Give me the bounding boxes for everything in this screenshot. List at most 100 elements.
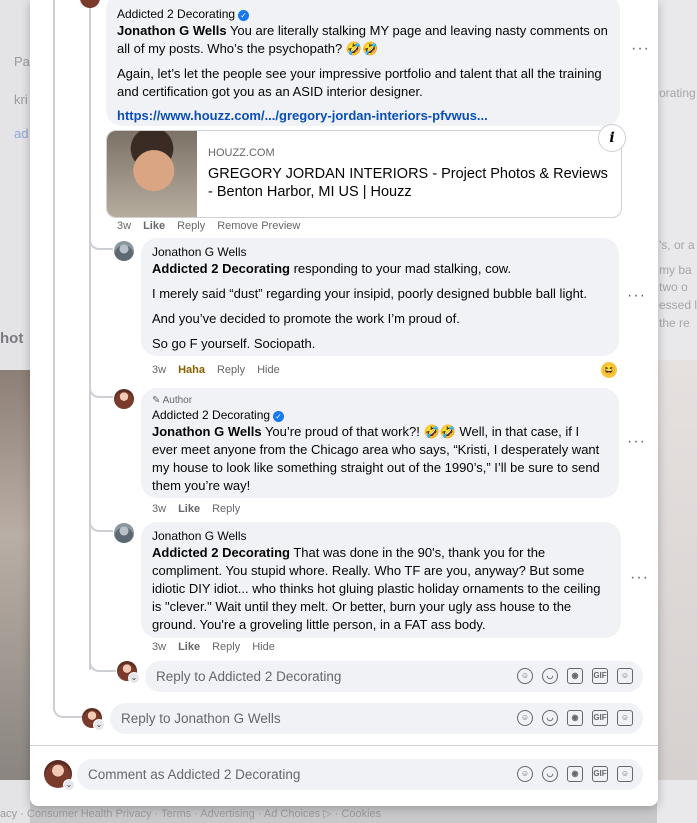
like-button[interactable]: Like [178,641,200,653]
avatar[interactable]: ⌄ [82,708,105,731]
emoji-icon[interactable]: ◡ [542,766,558,782]
timestamp[interactable]: 3w [152,503,166,515]
chevron-down-icon[interactable]: ⌄ [93,719,105,731]
avatar-sticker-icon[interactable]: ☺ [517,766,533,782]
comment-bubble: Addicted 2 Decorating ✓ Jonathon G Wells … [106,0,620,126]
hide-button[interactable]: Hide [257,364,280,376]
thread-line [89,398,113,532]
background-fragment: Pa [14,54,30,69]
input-icons: ☺ ◡ ◉ GIF ☺ [517,668,633,684]
background-fragment: two o [659,280,688,294]
background-fragment: ad [14,126,29,141]
reply-input[interactable] [121,703,461,734]
info-icon[interactable]: i [598,124,626,152]
thread-line [89,532,116,672]
background-photo [657,360,697,780]
author-name[interactable]: Addicted 2 Decorating [152,408,270,422]
hide-button[interactable]: Hide [252,641,275,653]
mention-link[interactable]: Jonathon G Wells [152,424,262,439]
sticker-icon[interactable]: ☺ [617,766,633,782]
comment-bubble: ✎ Author Addicted 2 Decorating ✓ Jonathon… [141,388,619,498]
timestamp[interactable]: 3w [152,641,166,653]
comment-paragraph: And you’ve decided to promote the work I… [152,311,460,326]
camera-icon[interactable]: ◉ [567,766,583,782]
background-fragment: the re [659,316,690,330]
thread-line [89,228,113,250]
author-name[interactable]: Jonathon G Wells [152,244,608,260]
sticker-icon[interactable]: ☺ [617,710,633,726]
link-preview-card[interactable]: HOUZZ.COM GREGORY JORDAN INTERIORS - Pro… [106,130,622,218]
avatar[interactable] [114,241,134,261]
divider [30,745,658,746]
chevron-down-icon[interactable]: ⌄ [128,672,140,684]
haha-reaction-button[interactable]: Haha [178,364,205,376]
comment-actions: 3w Like Reply [152,503,252,515]
comment-body: responding to your mad stalking, cow. [289,261,512,276]
more-options-icon[interactable]: ··· [631,40,650,58]
author-name[interactable]: Addicted 2 Decorating [117,7,235,21]
avatar[interactable] [114,523,134,543]
comment-paragraph: Again, let’s let the people see your imp… [117,66,602,99]
pencil-icon: ✎ [152,395,163,406]
reply-box: ☺ ◡ ◉ GIF ☺ [145,661,643,692]
comment-actions: 3w Like Reply Remove Preview [117,220,312,232]
timestamp[interactable]: 3w [152,364,166,376]
like-button[interactable]: Like [178,503,200,515]
reply-input[interactable] [156,661,496,692]
laughing-reaction-icon[interactable]: 😆 [601,362,617,378]
comment-author[interactable]: Addicted 2 Decorating ✓ [117,6,609,22]
background-footer-links: acy · Consumer Health Privacy · Terms · … [0,808,382,820]
gif-icon[interactable]: GIF [592,710,608,726]
more-options-icon[interactable]: ··· [627,433,646,451]
mention-link[interactable]: Jonathon G Wells [117,23,227,38]
author-name[interactable]: Jonathon G Wells [152,528,610,544]
avatar[interactable]: ⌄ [44,760,75,791]
sticker-icon[interactable]: ☺ [617,668,633,684]
reply-button[interactable]: Reply [177,220,205,232]
mention-link[interactable]: Addicted 2 Decorating [152,261,290,276]
comment-url-line: https://www.houzz.com/.../gregory-jordan… [117,107,609,125]
reply-button[interactable]: Reply [212,641,240,653]
remove-preview-button[interactable]: Remove Preview [217,220,300,232]
reply-box: ☺ ◡ ◉ GIF ☺ [110,703,643,734]
avatar[interactable]: ⌄ [117,661,140,684]
timestamp[interactable]: 3w [117,220,131,232]
preview-title: GREGORY JORDAN INTERIORS - Project Photo… [208,166,608,200]
more-options-icon[interactable]: ··· [630,569,649,587]
preview-image [107,131,197,217]
comment-paragraph: So go F yourself. Sociopath. [152,336,316,351]
input-icons: ☺ ◡ ◉ GIF ☺ [517,710,633,726]
background-fragment: hot [0,330,24,347]
camera-icon[interactable]: ◉ [567,668,583,684]
avatar[interactable] [114,389,134,409]
background-left-column: Pa kri ad hot [0,0,30,823]
emoji-icon[interactable]: ◡ [542,710,558,726]
gif-icon[interactable]: GIF [592,766,608,782]
comment-actions: 3w Like Reply Hide [152,641,287,653]
input-icons: ☺ ◡ ◉ GIF ☺ [517,766,633,782]
comment-author[interactable]: Addicted 2 Decorating ✓ [152,407,608,423]
thread-line [89,250,113,398]
more-options-icon[interactable]: ··· [627,287,646,305]
verified-badge-icon: ✓ [273,411,285,422]
avatar-sticker-icon[interactable]: ☺ [517,710,533,726]
reply-button[interactable]: Reply [212,503,240,515]
comment-bubble: Jonathon G Wells Addicted 2 Decorating T… [141,522,621,638]
comment-input[interactable] [88,759,428,790]
mention-link[interactable]: Addicted 2 Decorating [152,545,290,560]
chevron-down-icon[interactable]: ⌄ [63,779,75,791]
emoji-icon[interactable]: ◡ [542,668,558,684]
comment-actions: 3w Haha Reply Hide [152,364,292,376]
like-button[interactable]: Like [143,220,165,232]
comment-text: Addicted 2 Decorating That was done in t… [152,544,610,634]
avatar-sticker-icon[interactable]: ☺ [517,668,533,684]
background-fragment: essed li [659,298,697,312]
comment-text: Jonathon G Wells You’re proud of that wo… [152,423,608,495]
houzz-link[interactable]: https://www.houzz.com/.../gregory-jordan… [117,108,488,123]
comment-paragraph: I merely said “dust” regarding your insi… [152,286,588,301]
comment-box: ☺ ◡ ◉ GIF ☺ [77,759,643,790]
camera-icon[interactable]: ◉ [567,710,583,726]
reply-button[interactable]: Reply [217,364,245,376]
background-fragment: 's, or a [659,238,695,252]
gif-icon[interactable]: GIF [592,668,608,684]
